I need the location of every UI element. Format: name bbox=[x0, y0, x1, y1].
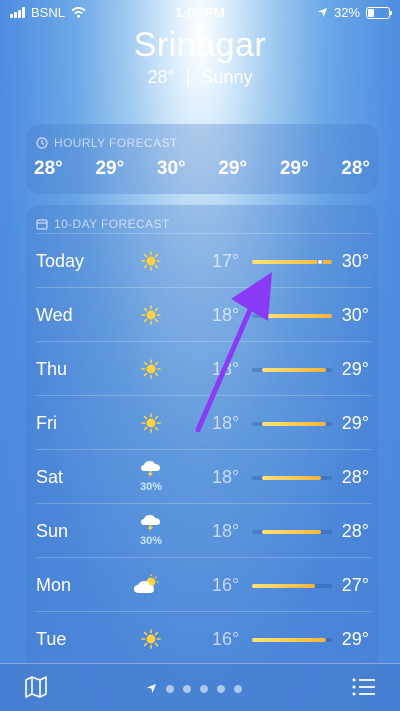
location-arrow-icon bbox=[317, 7, 328, 18]
high-temp: 29° bbox=[341, 359, 369, 379]
temperature-range-bar bbox=[252, 422, 332, 426]
day-name: Sat bbox=[36, 467, 64, 487]
ten-day-forecast-header: 10-DAY FORECAST bbox=[26, 205, 378, 231]
forecast-day-row[interactable]: Mon 16° 27° bbox=[36, 557, 371, 611]
location-header: Srinagar 28° | Sunny bbox=[0, 26, 400, 88]
sun-icon bbox=[136, 412, 166, 439]
day-name: Thu bbox=[36, 359, 68, 379]
battery-icon bbox=[366, 6, 392, 19]
clock-icon bbox=[36, 137, 48, 149]
temperature-range-bar bbox=[252, 259, 332, 265]
city-list-button[interactable] bbox=[352, 678, 376, 701]
temperature-range-fill bbox=[261, 368, 327, 372]
low-temp: 16° bbox=[212, 629, 240, 649]
map-icon bbox=[25, 676, 47, 698]
hourly-temp: 30° bbox=[156, 158, 186, 179]
ten-day-forecast-card[interactable]: 10-DAY FORECAST Today 17° 30° Wed 18° 30° Thu 1… bbox=[26, 205, 378, 665]
hourly-temp: 29° bbox=[95, 158, 125, 179]
sun-icon bbox=[136, 358, 166, 385]
day-name: Mon bbox=[36, 575, 72, 595]
ten-day-forecast-label: 10-DAY FORECAST bbox=[54, 217, 170, 231]
city-name: Srinagar bbox=[133, 26, 267, 64]
low-temp: 18° bbox=[212, 359, 240, 379]
high-temp: 30° bbox=[341, 305, 369, 325]
forecast-day-row[interactable]: Sun 30% 18° 28° bbox=[36, 503, 371, 557]
page-indicator[interactable] bbox=[146, 683, 242, 694]
low-temp: 17° bbox=[212, 251, 240, 271]
battery-percent: 32% bbox=[333, 5, 360, 20]
thunderstorm-icon: 30% bbox=[136, 458, 166, 493]
day-name: Wed bbox=[36, 305, 73, 325]
low-temp: 18° bbox=[212, 467, 240, 487]
forecast-day-row[interactable]: Fri 18° 29° bbox=[36, 395, 371, 449]
partly-cloudy-icon bbox=[132, 574, 162, 601]
page-dot[interactable] bbox=[200, 684, 208, 693]
hourly-temp: 28° bbox=[34, 158, 63, 179]
hourly-forecast-header: HOURLY FORECAST bbox=[26, 124, 378, 150]
forecast-day-row[interactable]: Wed 18° 30° bbox=[36, 287, 371, 341]
sun-icon bbox=[136, 628, 166, 655]
day-name: Today bbox=[36, 251, 85, 271]
hourly-forecast-card[interactable]: HOURLY FORECAST 28° 29° 30° 29° 29° 28° bbox=[26, 124, 378, 194]
map-button[interactable] bbox=[24, 676, 48, 703]
hourly-temp: 28° bbox=[341, 158, 370, 179]
current-location-icon[interactable] bbox=[146, 683, 157, 694]
high-temp: 28° bbox=[341, 521, 369, 541]
high-temp: 27° bbox=[341, 575, 369, 595]
low-temp: 18° bbox=[212, 305, 240, 325]
temperature-range-fill bbox=[261, 530, 321, 534]
forecast-day-row[interactable]: Thu 18° 29° bbox=[36, 341, 371, 395]
temperature-range-fill bbox=[252, 584, 316, 588]
precipitation-chance: 30% bbox=[139, 481, 163, 493]
temperature-range-bar bbox=[252, 530, 332, 534]
calendar-icon bbox=[36, 219, 48, 230]
list-icon bbox=[352, 678, 375, 696]
day-name: Fri bbox=[36, 413, 57, 433]
sun-icon bbox=[136, 304, 166, 331]
temperature-range-bar bbox=[252, 314, 332, 318]
status-bar: BSNL 1:06 PM 32% bbox=[0, 0, 400, 26]
temperature-range-fill bbox=[261, 314, 332, 318]
forecast-day-row[interactable]: Tue 16° 29° bbox=[36, 611, 371, 665]
temperature-range-fill bbox=[261, 422, 327, 426]
current-temp: 28° bbox=[147, 67, 175, 87]
page-dot[interactable] bbox=[183, 684, 191, 693]
sun-icon bbox=[136, 250, 166, 277]
current-temp-marker bbox=[317, 259, 323, 265]
high-temp: 29° bbox=[341, 629, 369, 649]
temperature-range-fill bbox=[252, 638, 327, 642]
current-condition: Sunny bbox=[201, 67, 253, 87]
forecast-day-row[interactable]: Sat 30% 18° 28° bbox=[36, 449, 371, 503]
day-name: Tue bbox=[36, 629, 67, 649]
hourly-forecast-label: HOURLY FORECAST bbox=[54, 136, 178, 150]
temperature-range-fill bbox=[261, 476, 321, 480]
bottom-toolbar bbox=[0, 663, 400, 711]
precipitation-chance: 30% bbox=[139, 535, 163, 547]
high-temp: 28° bbox=[341, 467, 369, 487]
page-dot[interactable] bbox=[217, 684, 225, 693]
hourly-temp: 29° bbox=[218, 158, 248, 179]
thunderstorm-icon: 30% bbox=[136, 512, 166, 547]
low-temp: 18° bbox=[212, 521, 240, 541]
page-dot[interactable] bbox=[166, 684, 174, 693]
forecast-day-row[interactable]: Today 17° 30° bbox=[36, 233, 371, 287]
current-summary: 28° | Sunny bbox=[0, 67, 400, 88]
hourly-temps: 28° 29° 30° 29° 29° 28° bbox=[26, 150, 378, 180]
temperature-range-bar bbox=[252, 584, 332, 588]
temperature-range-bar bbox=[252, 638, 332, 642]
page-dot[interactable] bbox=[234, 684, 242, 693]
day-name: Sun bbox=[36, 521, 69, 541]
high-temp: 29° bbox=[341, 413, 369, 433]
summary-separator: | bbox=[185, 67, 191, 87]
low-temp: 16° bbox=[212, 575, 240, 595]
temperature-range-bar bbox=[252, 368, 332, 372]
low-temp: 18° bbox=[212, 413, 240, 433]
temperature-range-bar bbox=[252, 476, 332, 480]
hourly-temp: 29° bbox=[279, 158, 309, 179]
high-temp: 30° bbox=[341, 251, 369, 271]
